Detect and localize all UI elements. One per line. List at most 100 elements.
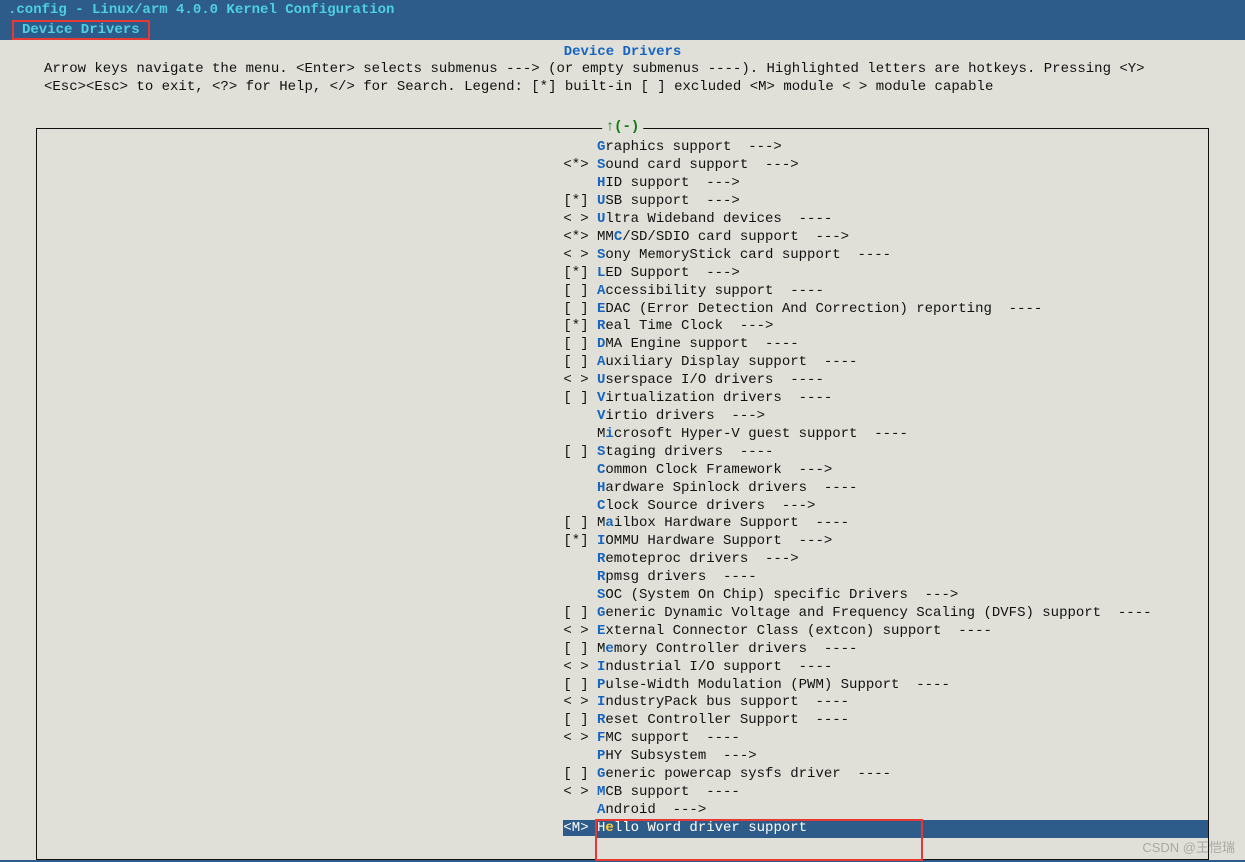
menu-item-prefix: < > xyxy=(37,211,597,229)
menu-item[interactable]: Graphics support ---> xyxy=(37,139,1208,157)
menu-item-prefix: [*] xyxy=(37,533,597,551)
menu-item-label: Hardware Spinlock drivers ---- xyxy=(597,480,1208,498)
menu-item-prefix: [*] xyxy=(37,265,597,283)
menu-item[interactable]: < > Ultra Wideband devices ---- xyxy=(37,211,1208,229)
menu-item-prefix: [ ] xyxy=(37,766,597,784)
menu-item-label: IndustryPack bus support ---- xyxy=(597,694,1208,712)
menu-item-prefix: [ ] xyxy=(37,336,597,354)
menu-item-label: Microsoft Hyper-V guest support ---- xyxy=(597,426,1208,444)
menu-item-prefix: <M> xyxy=(37,820,597,838)
menu-item[interactable]: <*> MMC/SD/SDIO card support ---> xyxy=(37,229,1208,247)
menu-item-label: Graphics support ---> xyxy=(597,139,1208,157)
menu-item[interactable]: [ ] Generic Dynamic Voltage and Frequenc… xyxy=(37,605,1208,623)
menu-item-prefix xyxy=(37,569,597,587)
menu-item[interactable]: HID support ---> xyxy=(37,175,1208,193)
menu-item[interactable]: Rpmsg drivers ---- xyxy=(37,569,1208,587)
menu-item-label: IOMMU Hardware Support ---> xyxy=(597,533,1208,551)
menu-item-prefix: [ ] xyxy=(37,301,597,319)
menu-item-label: Generic powercap sysfs driver ---- xyxy=(597,766,1208,784)
menu-item[interactable]: [ ] EDAC (Error Detection And Correction… xyxy=(37,301,1208,319)
menu-item[interactable]: Remoteproc drivers ---> xyxy=(37,551,1208,569)
menu-item[interactable]: < > External Connector Class (extcon) su… xyxy=(37,623,1208,641)
menu-item[interactable]: < > IndustryPack bus support ---- xyxy=(37,694,1208,712)
menu-item[interactable]: [*] USB support ---> xyxy=(37,193,1208,211)
menu-item-label: External Connector Class (extcon) suppor… xyxy=(597,623,1208,641)
menu-item[interactable]: Hardware Spinlock drivers ---- xyxy=(37,480,1208,498)
menu-item-label: Mailbox Hardware Support ---- xyxy=(597,515,1208,533)
menu-item-prefix xyxy=(37,480,597,498)
menu-item-label: FMC support ---- xyxy=(597,730,1208,748)
menu-item[interactable]: [ ] DMA Engine support ---- xyxy=(37,336,1208,354)
menu-item-prefix xyxy=(37,462,597,480)
menu-item-label: Clock Source drivers ---> xyxy=(597,498,1208,516)
menu-item-prefix xyxy=(37,139,597,157)
menu-item[interactable]: [ ] Mailbox Hardware Support ---- xyxy=(37,515,1208,533)
menu-item-prefix: < > xyxy=(37,623,597,641)
menu-item[interactable]: Android ---> xyxy=(37,802,1208,820)
menu-item-label: MMC/SD/SDIO card support ---> xyxy=(597,229,1208,247)
menu-item[interactable]: < > Industrial I/O support ---- xyxy=(37,659,1208,677)
menu-item-prefix: [ ] xyxy=(37,444,597,462)
menu-item-label: Generic Dynamic Voltage and Frequency Sc… xyxy=(597,605,1208,623)
menu-box: ↑(-) Graphics support ---><*> Sound card… xyxy=(36,128,1209,860)
menu-item-prefix: [ ] xyxy=(37,354,597,372)
menu-item-label: Pulse-Width Modulation (PWM) Support ---… xyxy=(597,677,1208,695)
menu-item-label: DMA Engine support ---- xyxy=(597,336,1208,354)
menu-item-label: MCB support ---- xyxy=(597,784,1208,802)
menu-item-label: Ultra Wideband devices ---- xyxy=(597,211,1208,229)
help-line-1: Arrow keys navigate the menu. <Enter> se… xyxy=(0,60,1245,78)
menu-item-label: Virtio drivers ---> xyxy=(597,408,1208,426)
breadcrumb: Device Drivers xyxy=(12,20,150,40)
menu-item[interactable]: [ ] Generic powercap sysfs driver ---- xyxy=(37,766,1208,784)
menu-item-prefix: < > xyxy=(37,659,597,677)
menu-item-prefix: [ ] xyxy=(37,390,597,408)
menu-item-label: LED Support ---> xyxy=(597,265,1208,283)
menu-item-label: Reset Controller Support ---- xyxy=(597,712,1208,730)
menu-list[interactable]: Graphics support ---><*> Sound card supp… xyxy=(37,129,1208,837)
hotkey-letter: i xyxy=(605,426,613,442)
menu-item-label: HID support ---> xyxy=(597,175,1208,193)
hotkey-letter: C xyxy=(614,229,622,245)
menu-item-prefix: [ ] xyxy=(37,677,597,695)
help-line-2: <Esc><Esc> to exit, <?> for Help, </> fo… xyxy=(0,78,1245,96)
menu-item-label: Android ---> xyxy=(597,802,1208,820)
menu-item-prefix xyxy=(37,498,597,516)
menu-item-prefix: [*] xyxy=(37,318,597,336)
menu-item-label: Virtualization drivers ---- xyxy=(597,390,1208,408)
menu-item-label: Staging drivers ---- xyxy=(597,444,1208,462)
menu-item-prefix: <*> xyxy=(37,229,597,247)
menu-item[interactable]: < > Userspace I/O drivers ---- xyxy=(37,372,1208,390)
menu-item[interactable]: [ ] Accessibility support ---- xyxy=(37,283,1208,301)
watermark: CSDN @王恺瑞 xyxy=(1142,837,1235,856)
menu-item-label: Userspace I/O drivers ---- xyxy=(597,372,1208,390)
menu-item[interactable]: < > MCB support ---- xyxy=(37,784,1208,802)
menu-item[interactable]: < > FMC support ---- xyxy=(37,730,1208,748)
menu-item[interactable]: < > Sony MemoryStick card support ---- xyxy=(37,247,1208,265)
menu-item[interactable]: [ ] Memory Controller drivers ---- xyxy=(37,641,1208,659)
menu-item-prefix xyxy=(37,802,597,820)
menu-item[interactable]: [ ] Auxiliary Display support ---- xyxy=(37,354,1208,372)
menu-item[interactable]: [ ] Pulse-Width Modulation (PWM) Support… xyxy=(37,677,1208,695)
menu-item[interactable]: <*> Sound card support ---> xyxy=(37,157,1208,175)
menu-item[interactable]: Microsoft Hyper-V guest support ---- xyxy=(37,426,1208,444)
menu-item[interactable]: [*] Real Time Clock ---> xyxy=(37,318,1208,336)
menu-item-label: Industrial I/O support ---- xyxy=(597,659,1208,677)
menu-item[interactable]: PHY Subsystem ---> xyxy=(37,748,1208,766)
menu-item[interactable]: [ ] Reset Controller Support ---- xyxy=(37,712,1208,730)
menu-item-label: Real Time Clock ---> xyxy=(597,318,1208,336)
menu-item-prefix: <*> xyxy=(37,157,597,175)
menu-item[interactable]: Virtio drivers ---> xyxy=(37,408,1208,426)
screen-title: Device Drivers xyxy=(0,40,1245,60)
menu-item[interactable]: [ ] Staging drivers ---- xyxy=(37,444,1208,462)
menu-item[interactable]: [*] IOMMU Hardware Support ---> xyxy=(37,533,1208,551)
menu-item-prefix: [*] xyxy=(37,193,597,211)
menu-item-prefix: < > xyxy=(37,730,597,748)
menu-item[interactable]: [*] LED Support ---> xyxy=(37,265,1208,283)
menu-item[interactable]: Clock Source drivers ---> xyxy=(37,498,1208,516)
menu-item[interactable]: [ ] Virtualization drivers ---- xyxy=(37,390,1208,408)
menu-item-label: Rpmsg drivers ---- xyxy=(597,569,1208,587)
annotation-box xyxy=(595,819,923,861)
menu-item-prefix xyxy=(37,426,597,444)
menu-item[interactable]: SOC (System On Chip) specific Drivers --… xyxy=(37,587,1208,605)
menu-item[interactable]: Common Clock Framework ---> xyxy=(37,462,1208,480)
